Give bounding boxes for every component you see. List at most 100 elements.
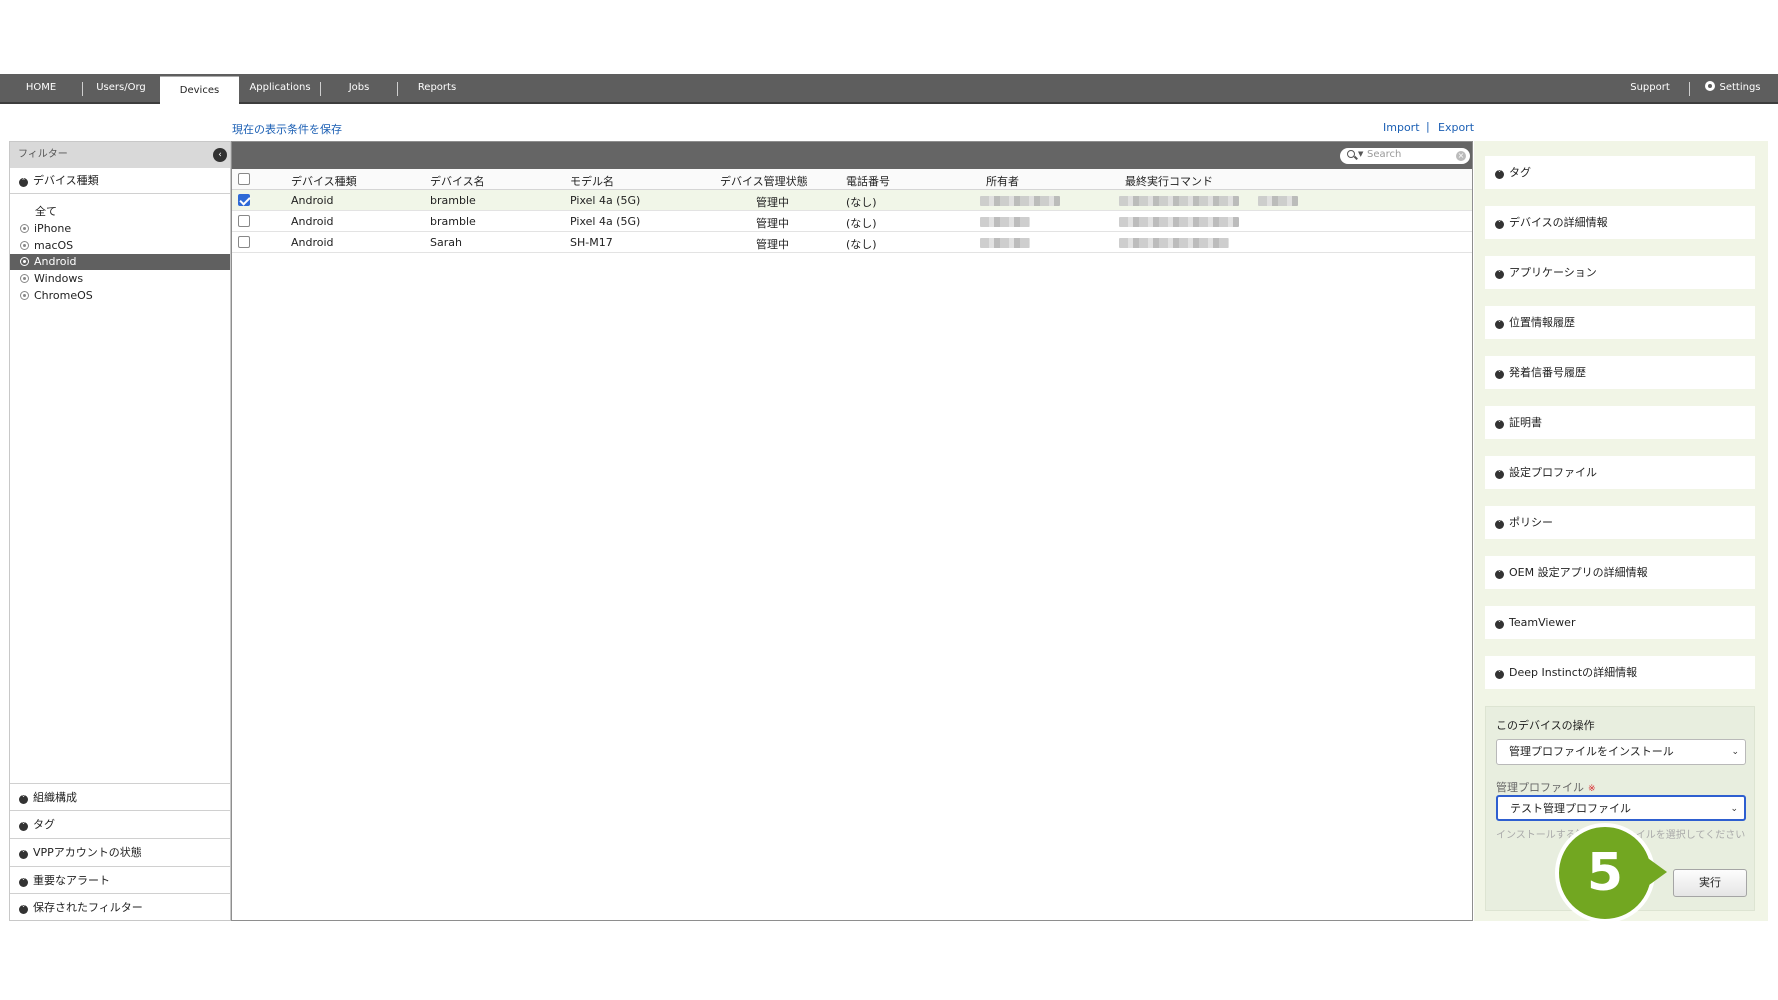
tab-jobs[interactable]: Jobs	[321, 74, 397, 102]
redacted-command	[1119, 217, 1239, 227]
filter-section-alerts[interactable]: ˅ 重要なアラート	[10, 866, 230, 893]
row-checkbox[interactable]	[238, 236, 250, 248]
row-checkbox[interactable]	[238, 215, 250, 227]
chevron-down-icon: ˅	[1495, 470, 1504, 479]
chevron-down-icon: ˅	[1495, 570, 1504, 579]
table-row[interactable]: Android bramble Pixel 4a (5G) 管理中 (なし)	[232, 190, 1472, 211]
details-section-device-info[interactable]: ˅ デバイスの詳細情報	[1485, 206, 1755, 239]
select-all-checkbox[interactable]	[238, 173, 250, 185]
filter-section-org[interactable]: ˅ 組織構成	[10, 783, 230, 810]
profile-label: 管理プロファイル ※	[1496, 781, 1596, 794]
filter-item-windows[interactable]: Windows	[10, 271, 230, 287]
nav-separator	[1689, 82, 1690, 96]
filter-panel: フィルター ‹ ˄ デバイス種類 全て iPhone macOS Android …	[9, 141, 231, 921]
table-row[interactable]: Android Sarah SH-M17 管理中 (なし)	[232, 232, 1472, 253]
device-details-panel: ˅ タグ ˅ デバイスの詳細情報 ˅ アプリケーション ˅ 位置情報履歴 ˅ 発着信番号履…	[1474, 141, 1768, 921]
column-header[interactable]: デバイス管理状態	[720, 173, 808, 189]
step-number-badge: 5	[1555, 823, 1655, 923]
details-section-config-profiles[interactable]: ˅ 設定プロファイル	[1485, 456, 1755, 489]
column-header[interactable]: モデル名	[570, 173, 614, 189]
execute-button[interactable]: 実行	[1673, 869, 1747, 897]
chevron-down-icon: ˅	[19, 878, 28, 887]
chevron-down-icon: ⌄	[1731, 747, 1739, 757]
chevron-down-icon: ˅	[19, 905, 28, 914]
filter-section-vpp[interactable]: ˅ VPPアカウントの状態	[10, 838, 230, 865]
redacted-command	[1119, 238, 1229, 248]
tab-home[interactable]: HOME	[0, 74, 82, 102]
filter-item-iphone[interactable]: iPhone	[10, 221, 230, 237]
chevron-down-icon: ˅	[1495, 520, 1504, 529]
column-header[interactable]: 電話番号	[846, 173, 890, 189]
clear-icon[interactable]: ×	[1456, 151, 1466, 161]
details-section-teamviewer[interactable]: ˅ TeamViewer	[1485, 606, 1755, 639]
support-link[interactable]: Support	[1612, 74, 1688, 102]
column-header[interactable]: 最終実行コマンド	[1125, 173, 1213, 189]
profile-select[interactable]: テスト管理プロファイル ⌄	[1496, 795, 1746, 821]
chevron-down-icon: ˅	[1495, 220, 1504, 229]
table-header: デバイス種類 デバイス名 モデル名 デバイス管理状態 電話番号 所有者 最終実行…	[232, 169, 1472, 190]
table-row[interactable]: Android bramble Pixel 4a (5G) 管理中 (なし)	[232, 211, 1472, 232]
details-section-policy[interactable]: ˅ ポリシー	[1485, 506, 1755, 539]
chevron-down-icon: ˅	[1495, 320, 1504, 329]
details-section-tag[interactable]: ˅ タグ	[1485, 156, 1755, 189]
chevron-down-icon: ˅	[1495, 420, 1504, 429]
details-section-deep-instinct[interactable]: ˅ Deep Instinctの詳細情報	[1485, 656, 1755, 689]
expand-icon	[20, 257, 29, 266]
expand-icon	[20, 291, 29, 300]
redacted-owner	[980, 217, 1030, 227]
filter-item-chromeos[interactable]: ChromeOS	[10, 288, 230, 304]
details-section-applications[interactable]: ˅ アプリケーション	[1485, 256, 1755, 289]
link-separator: |	[1426, 120, 1430, 133]
filter-item-macos[interactable]: macOS	[10, 238, 230, 254]
redacted-owner	[980, 196, 1060, 206]
collapse-left-icon[interactable]: ‹	[213, 148, 227, 162]
details-section-certificates[interactable]: ˅ 証明書	[1485, 406, 1755, 439]
filter-section-tag[interactable]: ˅ タグ	[10, 810, 230, 837]
operation-select[interactable]: 管理プロファイルをインストール ⌄	[1496, 739, 1746, 765]
redacted-command	[1119, 196, 1239, 206]
redacted-owner	[980, 238, 1030, 248]
chevron-down-icon: ˅	[19, 850, 28, 859]
chevron-down-icon: ˅	[1495, 620, 1504, 629]
chevron-down-icon: ˅	[19, 822, 28, 831]
step-pointer-arrow	[1645, 856, 1667, 888]
chevron-down-icon: ⌄	[1730, 804, 1738, 814]
chevron-down-icon: ˅	[1495, 670, 1504, 679]
expand-icon	[20, 274, 29, 283]
tab-users-org[interactable]: Users/Org	[83, 74, 159, 102]
search-icon	[1347, 150, 1355, 158]
details-section-call-history[interactable]: ˅ 発着信番号履歴	[1485, 356, 1755, 389]
row-checkbox[interactable]	[238, 194, 250, 206]
filter-section-saved[interactable]: ˅ 保存されたフィルター	[10, 893, 230, 920]
table-toolbar: ▼ Search ×	[232, 142, 1472, 169]
redacted-command	[1258, 196, 1298, 206]
column-header[interactable]: デバイス種類	[291, 173, 357, 189]
column-header[interactable]: 所有者	[986, 173, 1019, 189]
expand-icon	[20, 224, 29, 233]
required-mark: ※	[1588, 784, 1596, 794]
tab-applications[interactable]: Applications	[240, 74, 320, 102]
column-header[interactable]: デバイス名	[430, 173, 485, 189]
chevron-up-icon: ˄	[19, 178, 28, 187]
details-section-location[interactable]: ˅ 位置情報履歴	[1485, 306, 1755, 339]
details-section-oem[interactable]: ˅ OEM 設定アプリの詳細情報	[1485, 556, 1755, 589]
tab-devices[interactable]: Devices	[160, 76, 239, 104]
filter-header: フィルター ‹	[10, 142, 230, 168]
device-table-panel: ▼ Search × デバイス種類 デバイス名 モデル名 デバイス管理状態 電話…	[231, 141, 1473, 921]
export-link[interactable]: Export	[1438, 121, 1474, 134]
tab-reports[interactable]: Reports	[398, 74, 476, 102]
settings-link[interactable]: Settings	[1692, 74, 1774, 102]
gear-icon	[1705, 81, 1716, 91]
search-input[interactable]: ▼ Search ×	[1340, 148, 1470, 164]
filter-item-all[interactable]: 全て	[10, 204, 230, 220]
chevron-down-icon: ˅	[1495, 170, 1504, 179]
filter-section-device-type[interactable]: ˄ デバイス種類	[10, 168, 230, 194]
chevron-down-icon: ˅	[1495, 270, 1504, 279]
top-navigation: HOME Users/Org Devices Applications Jobs…	[0, 74, 1778, 104]
filter-item-android[interactable]: Android	[10, 254, 230, 270]
operation-title: このデバイスの操作	[1496, 719, 1595, 732]
chevron-down-icon: ˅	[1495, 370, 1504, 379]
expand-icon	[20, 241, 29, 250]
import-link[interactable]: Import	[1383, 121, 1420, 134]
save-view-link[interactable]: 現在の表示条件を保存	[232, 121, 342, 137]
